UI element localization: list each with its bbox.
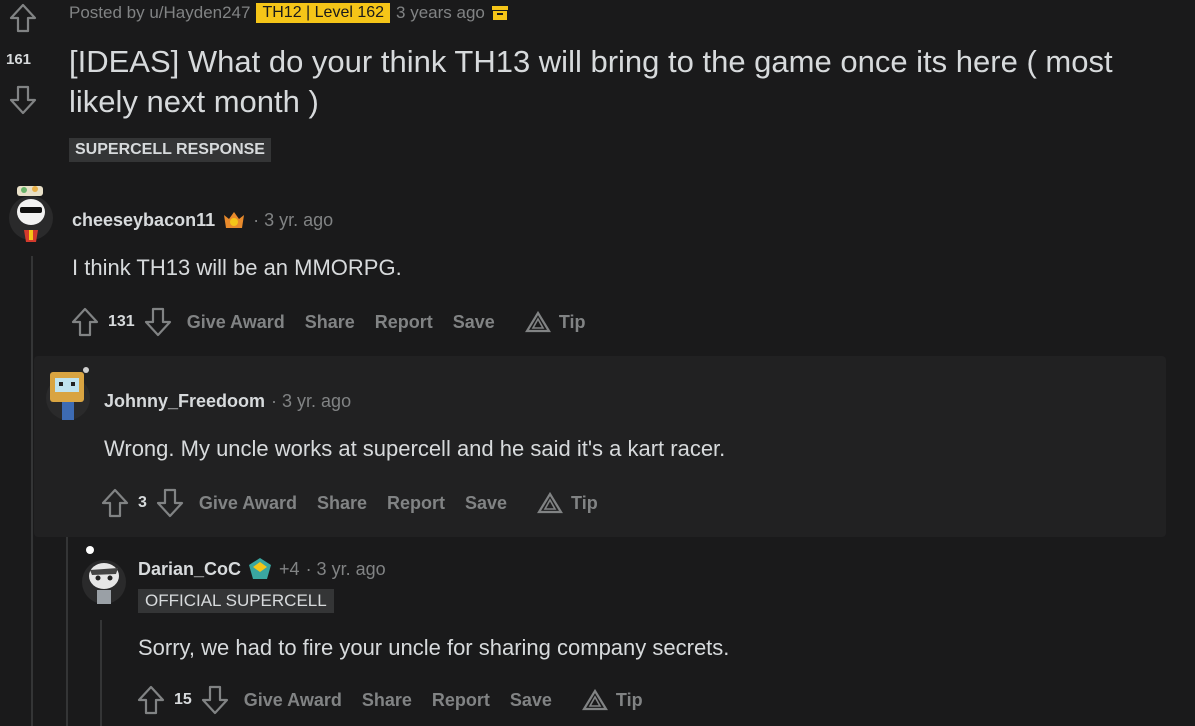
official-flair-badge: OFFICIAL SUPERCELL	[138, 589, 334, 613]
comment-age: · 3 yr. ago	[253, 209, 334, 230]
comment-body: I think TH13 will be an MMORPG.	[72, 255, 402, 280]
give-award-button[interactable]: Give Award	[244, 690, 342, 711]
comment-age: · 3 yr. ago	[305, 558, 386, 579]
comment-author[interactable]: cheeseybacon11	[72, 210, 215, 231]
archive-icon	[491, 5, 509, 21]
post-downvote-icon[interactable]	[8, 84, 38, 116]
comment-actions: 3 Give Award Share Report Save Tip	[100, 487, 598, 519]
upvote-icon[interactable]	[136, 684, 166, 716]
comment-extra: +4	[279, 558, 300, 579]
comment-body: Wrong. My uncle works at supercell and h…	[104, 436, 726, 461]
post-title[interactable]: [IDEAS] What do your think TH13 will bri…	[69, 42, 1169, 122]
threadline-3[interactable]	[100, 620, 102, 726]
downvote-icon[interactable]	[143, 306, 173, 338]
report-button[interactable]: Report	[387, 493, 445, 514]
tip-button[interactable]: Tip	[524, 311, 586, 333]
post-flair-badge[interactable]: SUPERCELL RESPONSE	[69, 138, 271, 162]
upvote-icon[interactable]	[70, 306, 100, 338]
comment-actions: 15 Give Award Share Report Save Tip	[136, 684, 643, 716]
tip-icon	[537, 492, 571, 514]
comment-age: · 3 yr. ago	[271, 391, 352, 411]
avatar[interactable]	[44, 364, 92, 424]
share-button[interactable]: Share	[362, 690, 412, 711]
report-button[interactable]: Report	[375, 312, 433, 333]
avatar[interactable]	[8, 182, 54, 244]
give-award-button[interactable]: Give Award	[187, 312, 285, 333]
downvote-icon[interactable]	[155, 487, 185, 519]
report-button[interactable]: Report	[432, 690, 490, 711]
threadline-1[interactable]	[31, 256, 33, 726]
upvote-icon[interactable]	[100, 487, 130, 519]
comment-1-meta: cheeseybacon11 · 3 yr. ago	[72, 209, 333, 231]
supercell-badge-icon	[247, 557, 273, 581]
comment-3-meta: Darian_CoC +4 · 3 yr. ago	[138, 557, 386, 581]
tip-label: Tip	[571, 492, 598, 513]
save-button[interactable]: Save	[510, 690, 552, 711]
save-button[interactable]: Save	[465, 493, 507, 514]
posted-by-link[interactable]: Posted by u/Hayden247	[69, 3, 250, 23]
tip-icon	[524, 311, 559, 333]
post-meta: Posted by u/Hayden247 TH12 | Level 162 3…	[69, 3, 509, 23]
save-button[interactable]: Save	[453, 312, 495, 333]
comment-author[interactable]: Johnny_Freedoom	[104, 391, 265, 412]
comment-actions: 131 Give Award Share Report Save Tip	[70, 306, 586, 338]
tip-label: Tip	[615, 689, 643, 710]
comment-body: Sorry, we had to fire your uncle for sha…	[138, 635, 730, 660]
give-award-button[interactable]: Give Award	[199, 493, 297, 514]
comment-score: 3	[138, 494, 147, 511]
award-icon	[221, 209, 247, 231]
avatar[interactable]	[80, 544, 128, 608]
share-button[interactable]: Share	[317, 493, 367, 514]
post-upvote-icon[interactable]	[8, 2, 38, 34]
tip-button[interactable]: Tip	[537, 492, 598, 514]
comment-score: 131	[108, 313, 135, 330]
post-score: 161	[6, 51, 32, 68]
comment-score: 15	[174, 691, 192, 708]
post-age: 3 years ago	[396, 3, 485, 22]
tip-icon	[581, 689, 616, 711]
comment-author[interactable]: Darian_CoC	[138, 559, 241, 580]
user-flair-badge: TH12 | Level 162	[256, 3, 391, 23]
share-button[interactable]: Share	[305, 312, 355, 333]
tip-label: Tip	[558, 311, 586, 332]
comment-2-meta: Johnny_Freedoom · 3 yr. ago	[104, 391, 351, 412]
downvote-icon[interactable]	[200, 684, 230, 716]
tip-button[interactable]: Tip	[581, 689, 643, 711]
